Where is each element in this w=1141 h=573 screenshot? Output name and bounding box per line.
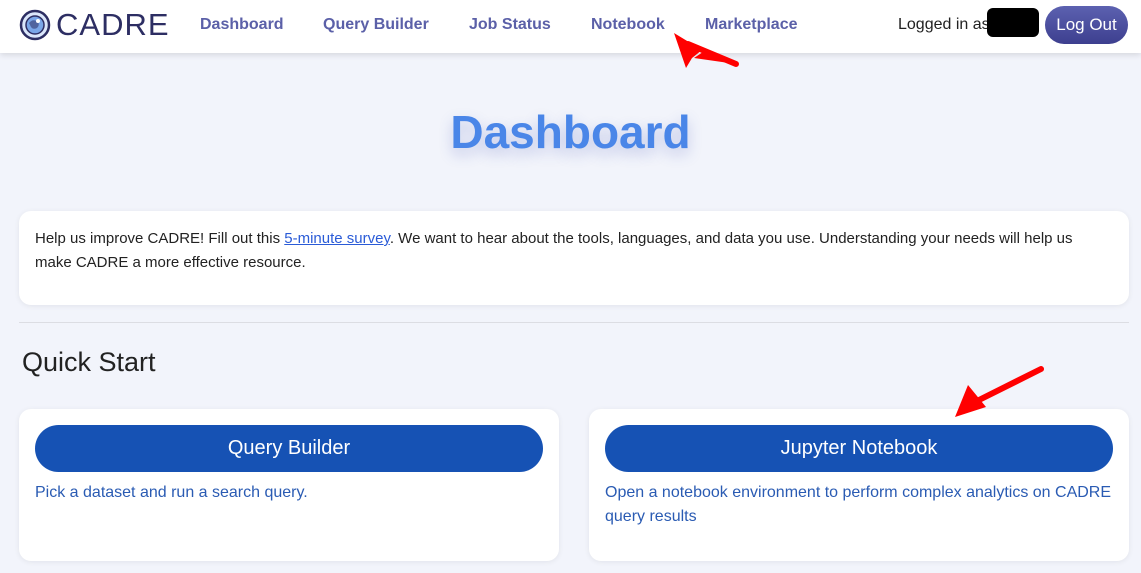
nav-notebook[interactable]: Notebook — [591, 15, 665, 35]
query-builder-button[interactable]: Query Builder — [35, 425, 543, 472]
section-divider — [19, 322, 1129, 323]
logged-in-label: Logged in as — [898, 16, 990, 33]
page-title: Dashboard — [450, 106, 691, 158]
survey-text: Help us improve CADRE! Fill out this 5-m… — [35, 227, 1105, 275]
query-builder-description: Pick a dataset and run a search query. — [35, 484, 308, 501]
jupyter-notebook-card: Jupyter Notebook Open a notebook environ… — [589, 409, 1129, 561]
nav-query-builder[interactable]: Query Builder — [323, 15, 429, 35]
survey-text-before: Help us improve CADRE! Fill out this — [35, 230, 285, 247]
query-builder-card: Query Builder Pick a dataset and run a s… — [19, 409, 559, 561]
globe-logo-icon — [19, 9, 51, 41]
jupyter-notebook-description: Open a notebook environment to perform c… — [605, 484, 1112, 525]
logout-button[interactable]: Log Out — [1045, 6, 1128, 44]
nav-job-status[interactable]: Job Status — [469, 15, 551, 35]
jupyter-notebook-button[interactable]: Jupyter Notebook — [605, 425, 1113, 472]
cadre-logo[interactable]: CADRE — [19, 9, 170, 41]
survey-link[interactable]: 5-minute survey — [284, 230, 390, 247]
top-navbar: CADRE Dashboard Query Builder Job Status… — [0, 0, 1141, 53]
quick-start-title: Quick Start — [22, 347, 156, 377]
brand-name: CADRE — [56, 7, 170, 42]
survey-banner: Help us improve CADRE! Fill out this 5-m… — [19, 211, 1129, 305]
nav-dashboard[interactable]: Dashboard — [200, 15, 284, 35]
redacted-username — [987, 8, 1039, 37]
nav-marketplace[interactable]: Marketplace — [705, 15, 798, 35]
